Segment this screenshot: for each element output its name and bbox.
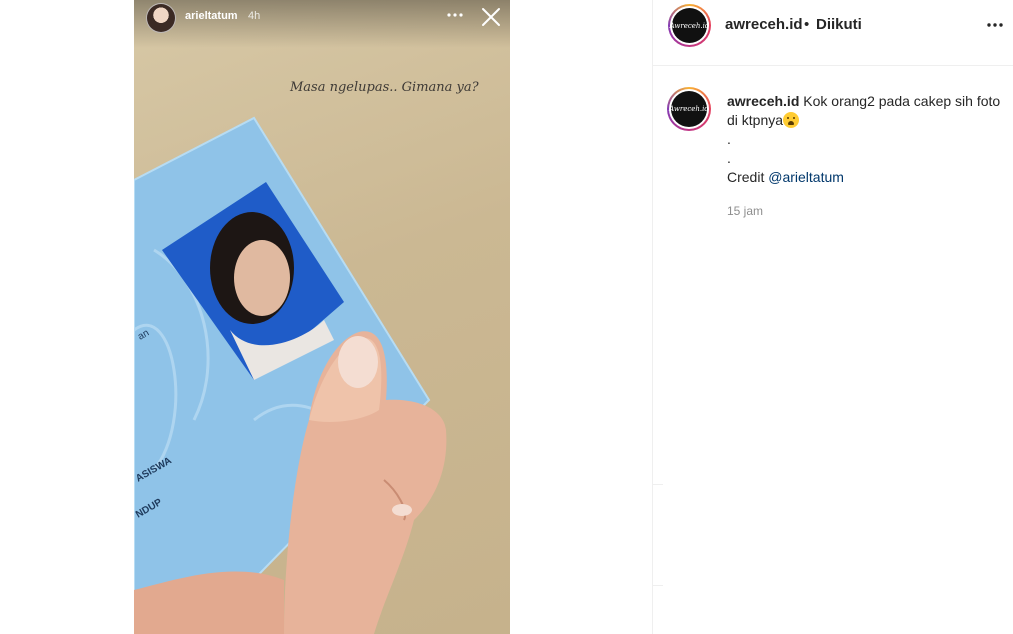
- story-timestamp: 4h: [248, 10, 261, 22]
- caption-dot: .: [727, 150, 731, 166]
- follow-status-button[interactable]: Diikuti: [816, 16, 862, 33]
- caption-avatar[interactable]: Awreceh.id: [667, 87, 711, 131]
- weeping-face-emoji-icon: [783, 112, 800, 128]
- close-icon[interactable]: [480, 6, 502, 28]
- story-avatar[interactable]: [146, 3, 176, 33]
- more-dots-icon[interactable]: [986, 18, 1004, 32]
- header-username[interactable]: awreceh.id: [725, 16, 803, 33]
- caption-credit-label: Credit: [727, 169, 769, 185]
- more-dots-icon[interactable]: [446, 9, 464, 21]
- story-viewer[interactable]: an ASISWA NDUP arieltatum 4h Masa ngelup…: [134, 0, 510, 634]
- header-separator: •: [804, 16, 810, 33]
- post-caption: awreceh.id Kok orang2 pada cakep sih fot…: [727, 92, 1002, 187]
- credit-mention-link[interactable]: @arieltatum: [768, 169, 844, 185]
- divider: [653, 585, 663, 586]
- story-caption-text: Masa ngelupas.. Gimana ya?: [290, 80, 479, 95]
- post-timestamp: 15 jam: [727, 204, 764, 218]
- story-top-gradient: [134, 0, 510, 48]
- divider: [653, 484, 663, 485]
- caption-dot: .: [727, 131, 731, 147]
- awreceh-logo: Awreceh.id: [669, 91, 709, 127]
- story-username[interactable]: arieltatum: [185, 10, 238, 22]
- header-divider: [653, 65, 1013, 66]
- awreceh-logo: Awreceh.id: [670, 8, 709, 43]
- post-side-panel: Awreceh.id awreceh.id • Diikuti Awreceh.…: [652, 0, 1013, 634]
- story-photo: an ASISWA NDUP: [134, 116, 447, 634]
- header-avatar[interactable]: Awreceh.id: [668, 4, 711, 47]
- caption-username[interactable]: awreceh.id: [727, 93, 799, 109]
